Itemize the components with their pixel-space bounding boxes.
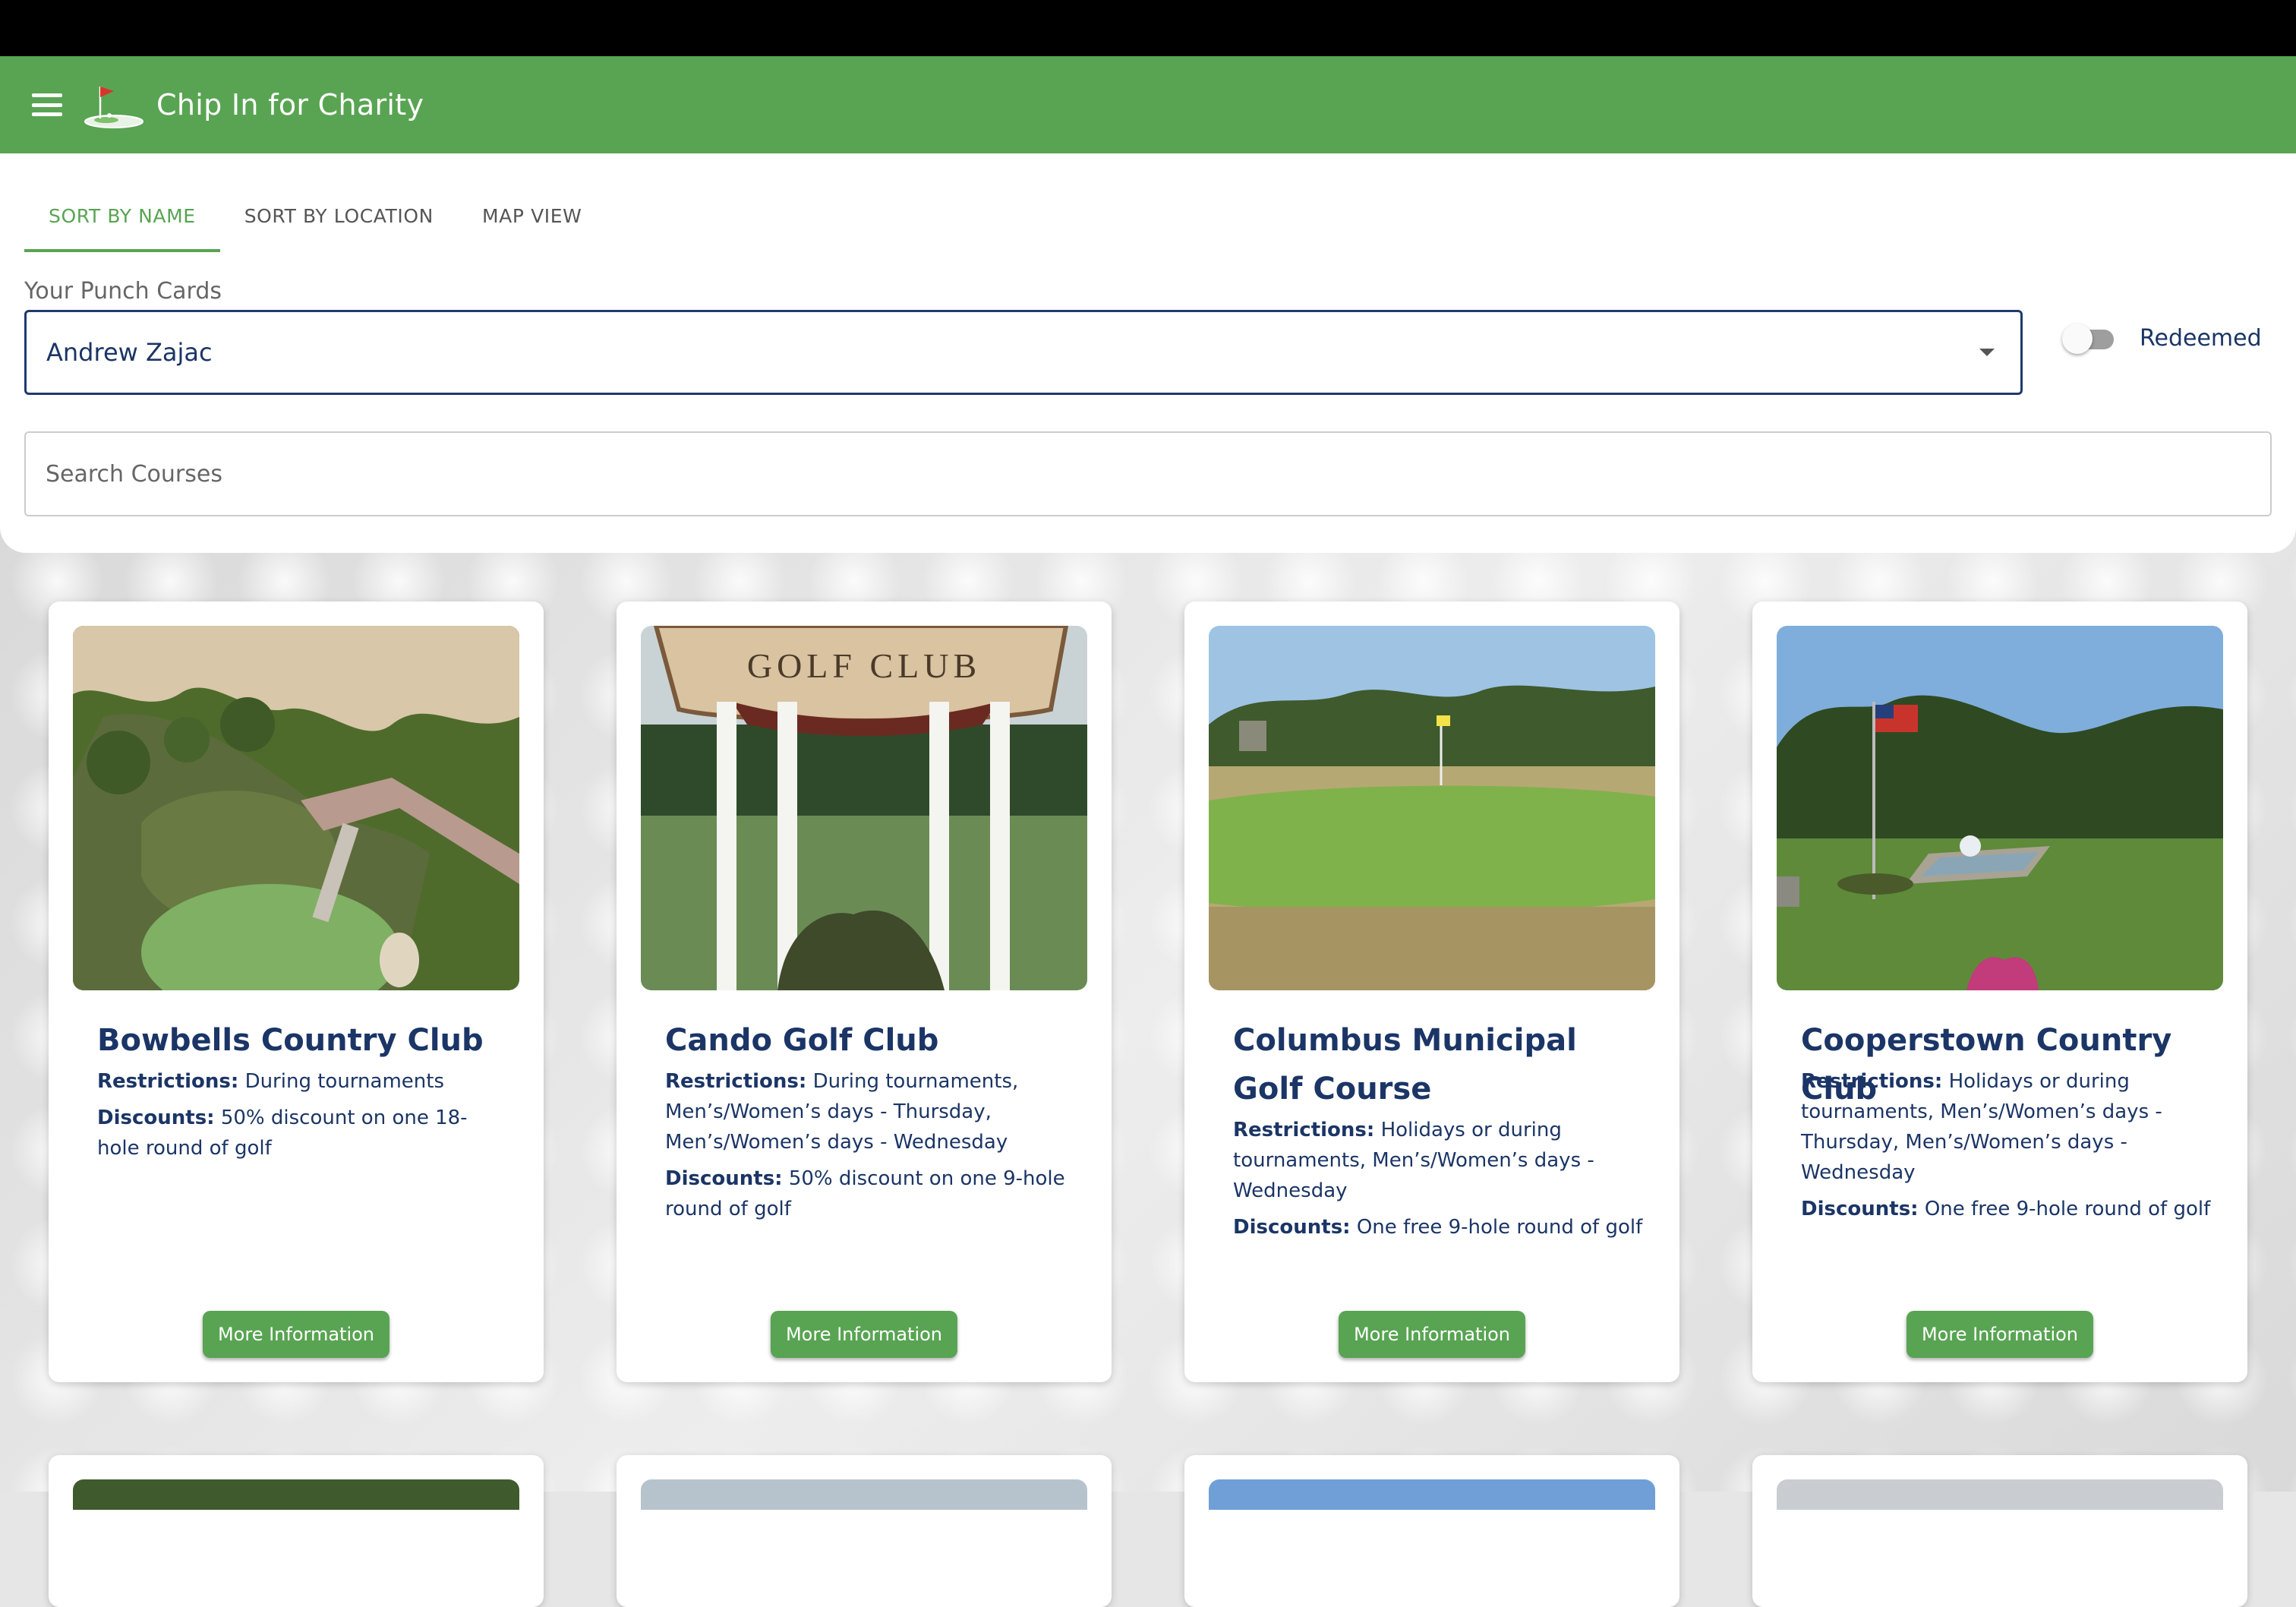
course-card bbox=[49, 1455, 544, 1607]
course-card bbox=[1752, 1455, 2247, 1607]
chevron-down-icon bbox=[1979, 349, 1995, 356]
search-input[interactable] bbox=[24, 431, 2272, 516]
course-details: Restrictions: During tournaments Discoun… bbox=[97, 1066, 507, 1170]
course-photo-fountain bbox=[1777, 626, 2223, 990]
course-card: Cooperstown Country Club Restrictions: H… bbox=[1752, 601, 2247, 1382]
tab-map-view[interactable]: MAP VIEW bbox=[458, 196, 607, 252]
more-information-button[interactable]: More Information bbox=[1338, 1311, 1526, 1358]
course-card: GOLF CLUB Cando Golf Club Restrictions: … bbox=[617, 601, 1112, 1382]
redeemed-toggle[interactable] bbox=[2062, 320, 2118, 355]
restrictions-label: Restrictions: bbox=[97, 1070, 239, 1093]
course-photo-aerial bbox=[73, 626, 519, 990]
course-card bbox=[617, 1455, 1112, 1607]
course-name: Cando Golf Club bbox=[665, 1023, 939, 1058]
redeemed-toggle-group: Redeemed bbox=[2062, 320, 2262, 355]
controls-panel: SORT BY NAME SORT BY LOCATION MAP VIEW Y… bbox=[0, 153, 2296, 553]
course-name: Columbus Municipal Golf Course bbox=[1233, 1023, 1577, 1107]
course-photo bbox=[73, 1479, 519, 1510]
course-name: Bowbells Country Club bbox=[97, 1023, 484, 1058]
course-details: Restrictions: During tournaments, Men’s/… bbox=[665, 1066, 1075, 1230]
restrictions-text: During tournaments bbox=[244, 1070, 444, 1093]
punch-cards-label: Your Punch Cards bbox=[24, 278, 222, 305]
course-photo bbox=[641, 1479, 1087, 1510]
discounts-label: Discounts: bbox=[1801, 1198, 1919, 1220]
redeemed-label: Redeemed bbox=[2140, 324, 2262, 352]
discounts-label: Discounts: bbox=[1233, 1216, 1351, 1239]
top-black-strip bbox=[0, 0, 2296, 56]
golf-club-sign-text: GOLF CLUB bbox=[747, 646, 981, 685]
course-photo bbox=[1777, 1479, 2223, 1510]
course-photo-green bbox=[1209, 626, 1655, 990]
punch-cards-selected-value: Andrew Zajac bbox=[46, 338, 213, 367]
punch-cards-select[interactable]: Andrew Zajac bbox=[24, 310, 2023, 395]
menu-icon[interactable] bbox=[32, 93, 62, 116]
sort-tabs: SORT BY NAME SORT BY LOCATION MAP VIEW bbox=[24, 196, 606, 252]
course-card: Bowbells Country Club Restrictions: Duri… bbox=[49, 601, 544, 1382]
course-card bbox=[1184, 1455, 1679, 1607]
course-photo-sign: GOLF CLUB bbox=[641, 626, 1087, 990]
discounts-label: Discounts: bbox=[97, 1107, 215, 1129]
restrictions-label: Restrictions: bbox=[665, 1070, 807, 1093]
discounts-label: Discounts: bbox=[665, 1167, 783, 1190]
toggle-thumb bbox=[2062, 324, 2093, 354]
discounts-text: One free 9-hole round of golf bbox=[1924, 1198, 2211, 1220]
more-information-button[interactable]: More Information bbox=[1906, 1311, 2094, 1358]
app-title: Chip In for Charity bbox=[156, 88, 424, 122]
course-details: Restrictions: Holidays or during tournam… bbox=[1801, 1066, 2211, 1230]
course-photo bbox=[1209, 1479, 1655, 1510]
app-bar: Chip In for Charity bbox=[0, 56, 2296, 153]
more-information-button[interactable]: More Information bbox=[770, 1311, 958, 1358]
tab-sort-by-location[interactable]: SORT BY LOCATION bbox=[220, 196, 458, 252]
course-details: Restrictions: Holidays or during tournam… bbox=[1233, 1115, 1643, 1249]
restrictions-label: Restrictions: bbox=[1233, 1119, 1375, 1141]
golf-flag-logo bbox=[84, 87, 144, 128]
restrictions-label: Restrictions: bbox=[1801, 1070, 1943, 1093]
more-information-button[interactable]: More Information bbox=[202, 1311, 390, 1358]
course-card: Columbus Municipal Golf Course Restricti… bbox=[1184, 601, 1679, 1382]
discounts-text: One free 9-hole round of golf bbox=[1356, 1216, 1643, 1239]
tab-sort-by-name[interactable]: SORT BY NAME bbox=[24, 196, 220, 252]
